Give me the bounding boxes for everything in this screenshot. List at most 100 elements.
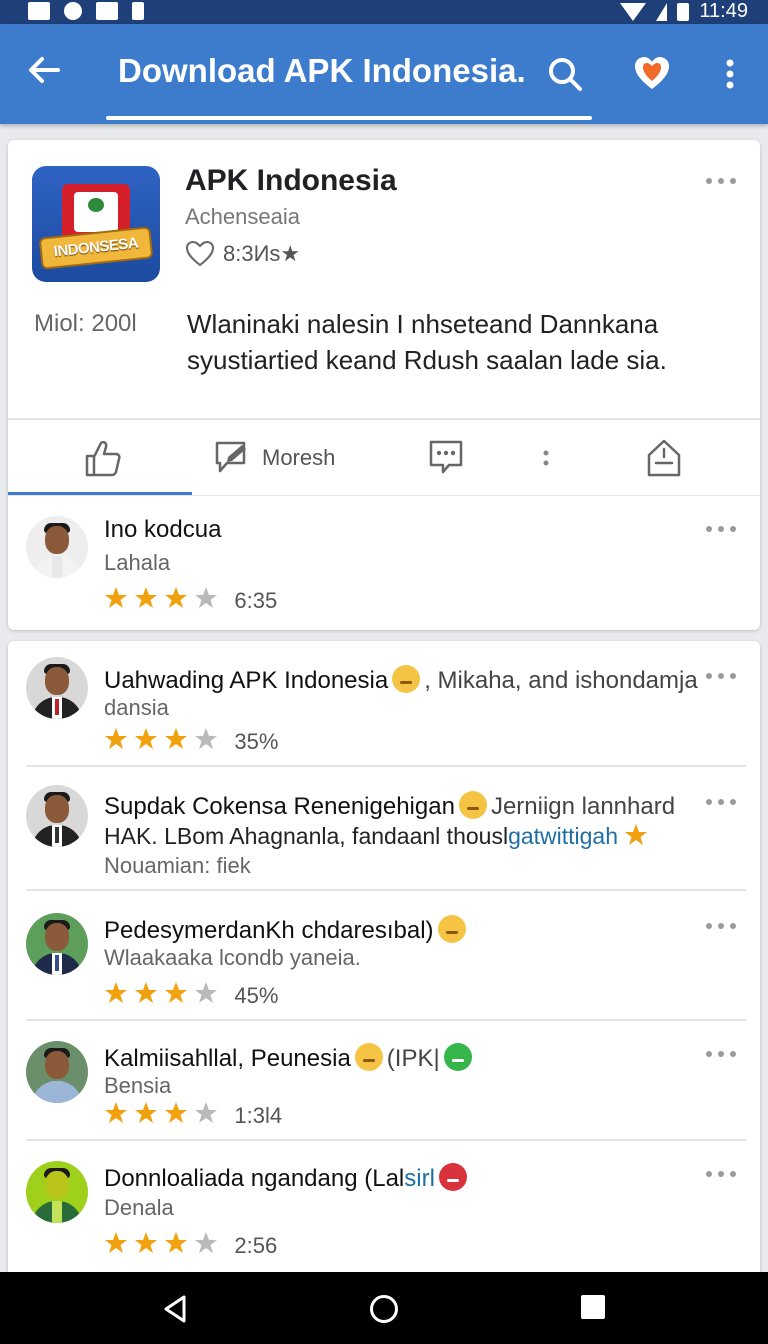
status-time: 11:49	[699, 0, 748, 22]
review-more-icon[interactable]	[706, 524, 736, 534]
card-more-icon[interactable]	[706, 176, 736, 186]
notification-icon	[28, 2, 50, 20]
star-filled-icon	[165, 1232, 188, 1253]
tab-like[interactable]	[84, 436, 132, 480]
review-text: dansia	[104, 695, 169, 720]
star-filled-icon	[165, 587, 188, 608]
divider	[8, 495, 760, 496]
tab-share[interactable]	[646, 436, 692, 480]
review-text: Denala	[104, 1195, 174, 1220]
review-more-icon[interactable]	[706, 1169, 736, 1179]
tab-comments-label: Moresh	[262, 445, 336, 470]
review-more-icon[interactable]	[706, 1049, 736, 1059]
avatar[interactable]	[26, 1161, 88, 1223]
star-filled-icon	[135, 1232, 158, 1253]
heart-icon[interactable]	[632, 54, 672, 94]
app-notification-icon	[64, 2, 82, 20]
page-title: Download APK Indonesia.	[118, 52, 526, 89]
avatar[interactable]	[26, 913, 88, 975]
star-empty-icon	[195, 982, 218, 1003]
reviews-card: Uahwading APK Indonesia, Mikaha, and ish…	[8, 641, 760, 1281]
divider	[26, 1139, 746, 1141]
divider	[8, 418, 760, 420]
review-text: Wlaakaakа lcondb yaneia.	[104, 945, 361, 970]
tab-more[interactable]	[540, 436, 562, 480]
thumbs-up-icon	[85, 440, 121, 477]
star-filled-icon	[105, 1102, 127, 1123]
app-rating-value: 8:3Иs★	[223, 241, 301, 266]
review-text: HAK. LBom Ahagnanla, fandaanl thouslgatw…	[104, 823, 648, 850]
avatar[interactable]	[26, 785, 88, 847]
review-rating: 6:35	[104, 586, 277, 616]
recents-nav-icon[interactable]	[580, 1294, 610, 1324]
tab-chat[interactable]	[428, 436, 474, 480]
review-title: Supdak Cokensa Renenigehigan Jerniign lan…	[104, 791, 676, 820]
review-score: 1:3l4	[234, 1103, 283, 1128]
search-icon[interactable]	[545, 54, 585, 94]
reviewer-location: Lahala	[104, 550, 171, 575]
review-rating: 35%	[104, 727, 278, 757]
review-score: 45%	[234, 983, 279, 1008]
divider	[26, 889, 746, 891]
emoji-icon	[458, 791, 487, 819]
chat-bubble-icon	[429, 440, 463, 474]
review-rating: 45%	[104, 981, 278, 1011]
app-bar: Download APK Indonesia.	[0, 24, 768, 124]
review-more-icon[interactable]	[706, 921, 736, 931]
reviewer-name[interactable]: Ino kodcua	[104, 516, 221, 544]
avatar[interactable]	[26, 657, 88, 719]
review-meta: Nouamian: fiek	[104, 853, 251, 878]
overflow-menu-icon[interactable]	[716, 54, 756, 94]
review-title: Kalmiisahllal, Peunesia (IPK|	[104, 1043, 476, 1073]
emoji-icon	[437, 915, 466, 943]
review-score: 35%	[234, 729, 279, 754]
back-arrow-icon[interactable]	[24, 50, 74, 94]
emoji-icon	[354, 1043, 383, 1071]
vertical-dots-icon	[543, 450, 549, 466]
image-notification-icon	[96, 2, 118, 20]
star-filled-icon	[135, 587, 158, 608]
app-logo-label: INDONSESA	[38, 226, 154, 270]
review-more-icon[interactable]	[706, 797, 736, 807]
app-description: Wlaninaki nalesin I nhseteand Dannkana s…	[187, 309, 667, 375]
star-empty-icon	[195, 1102, 218, 1123]
star-icon	[625, 824, 648, 845]
review-text: Bensia	[104, 1073, 172, 1098]
home-nav-icon[interactable]	[369, 1294, 399, 1324]
tab-comments[interactable]: Moresh	[214, 436, 335, 480]
sim-icon	[132, 2, 144, 20]
review-score: 2:56	[234, 1233, 278, 1258]
action-tabs: Moresh	[8, 422, 760, 496]
heart-outline-icon[interactable]	[185, 240, 215, 268]
star-filled-icon	[135, 982, 158, 1003]
avatar[interactable]	[26, 1041, 88, 1103]
divider	[26, 765, 746, 767]
search-underline	[106, 116, 592, 120]
star-empty-icon	[195, 587, 218, 608]
comment-edit-icon	[215, 441, 246, 473]
review-more-icon[interactable]	[706, 671, 736, 681]
app-rating: 8:3Иs★	[185, 240, 300, 268]
star-filled-icon	[105, 587, 127, 608]
star-filled-icon	[105, 728, 127, 749]
app-detail-card: INDONSESA APK Indonesia Achenseaia 8:3Иs…	[8, 140, 760, 630]
app-logo[interactable]: INDONSESA	[32, 166, 160, 282]
review-title: PedesymerdanKh chdaresıbal)	[104, 915, 470, 945]
app-developer[interactable]: Achenseaia	[185, 204, 300, 230]
star-filled-icon	[135, 728, 158, 749]
star-filled-icon	[105, 982, 127, 1003]
review-link[interactable]: gatwittigah	[508, 823, 618, 849]
star-empty-icon	[195, 1232, 218, 1253]
review-rating: 2:56	[104, 1231, 277, 1261]
emoji-icon	[392, 665, 421, 693]
status-bar: 11:49	[0, 0, 768, 24]
app-name: APK Indonesia	[185, 164, 397, 197]
app-meta: Miol: 200l	[34, 310, 137, 337]
back-nav-icon[interactable]	[162, 1294, 192, 1324]
system-nav-bar	[0, 1272, 768, 1344]
review-score: 6:35	[234, 588, 278, 613]
wifi-icon	[620, 2, 647, 21]
star-filled-icon	[105, 1232, 127, 1253]
review-rating: 1:3l4	[104, 1101, 282, 1131]
avatar[interactable]	[26, 516, 88, 578]
